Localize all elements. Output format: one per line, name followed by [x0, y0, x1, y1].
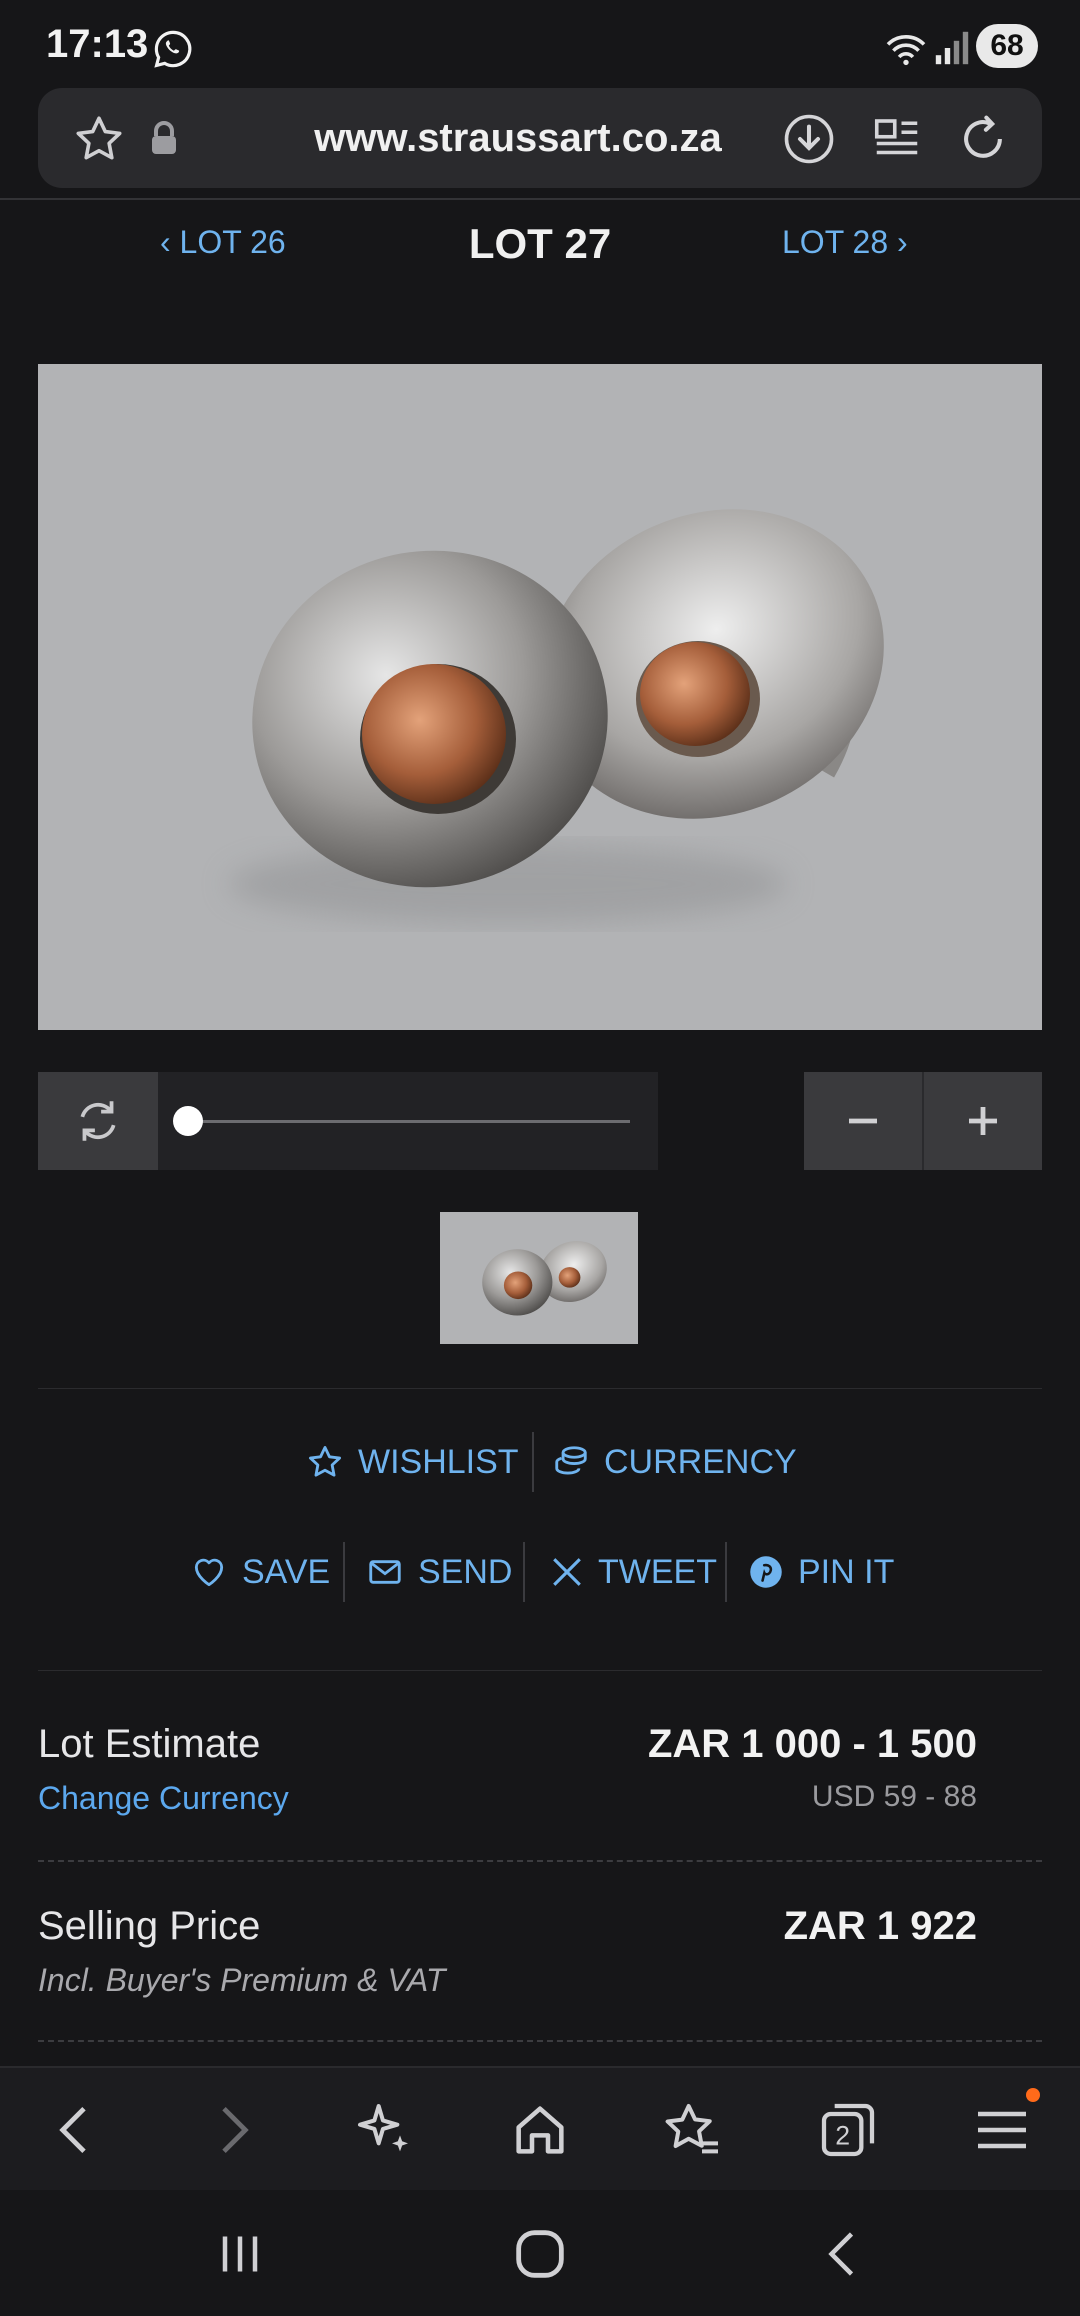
sparkle-icon[interactable] [352, 2098, 416, 2162]
lot-estimate-value: ZAR 1 000 - 1 500 [647, 1722, 977, 1766]
lot-image[interactable] [38, 364, 1042, 1030]
address-bar[interactable]: www.straussart.co.za [38, 88, 1042, 188]
battery-indicator: 68 [976, 24, 1038, 68]
divider [38, 1860, 1042, 1862]
lot-title: LOT 27 [468, 220, 612, 267]
zoom-slider-thumb[interactable] [173, 1106, 203, 1136]
mail-icon [369, 1560, 401, 1584]
thumbnail-image [482, 1240, 607, 1316]
notification-dot [1026, 2088, 1040, 2102]
wifi-icon [886, 35, 926, 66]
back-button-icon[interactable] [814, 2224, 874, 2284]
next-lot-link[interactable]: LOT 28 › [782, 224, 908, 261]
divider [38, 2040, 1042, 2042]
lot-estimate-usd: USD 59 - 88 [811, 1780, 977, 1813]
download-icon[interactable] [782, 112, 836, 166]
rotate-icon [80, 1101, 116, 1141]
browser-toolbar: 2 [0, 2066, 1080, 2192]
earrings-illustration [228, 509, 884, 924]
save-label: SAVE [242, 1552, 331, 1591]
change-currency-link[interactable]: Change Currency [38, 1780, 289, 1817]
url-text[interactable]: www.straussart.co.za [178, 88, 858, 188]
heart-icon [194, 1558, 224, 1587]
send-label: SEND [418, 1552, 513, 1591]
whatsapp-icon [154, 30, 192, 68]
reader-mode-icon[interactable] [870, 112, 924, 166]
system-navigation-bar [0, 2190, 1080, 2316]
divider [38, 1670, 1042, 1671]
divider [532, 1432, 534, 1492]
home-icon[interactable] [508, 2098, 572, 2162]
bookmarks-icon[interactable] [662, 2098, 726, 2162]
zoom-control-bar [38, 1072, 658, 1170]
lock-icon [152, 121, 176, 154]
pin-it-label: PIN IT [798, 1552, 895, 1591]
status-time: 17:13 [46, 22, 149, 66]
save-button[interactable]: SAVE [190, 1542, 330, 1602]
reload-icon[interactable] [956, 112, 1010, 166]
tweet-button[interactable]: TWEET [550, 1542, 717, 1602]
star-icon [309, 1446, 341, 1477]
divider [38, 1388, 1042, 1389]
signal-icon [935, 31, 969, 65]
pinterest-icon [750, 1556, 782, 1588]
zoom-slider[interactable] [173, 1106, 630, 1136]
coins-icon [555, 1446, 587, 1475]
lot-estimate-label: Lot Estimate [38, 1722, 261, 1766]
bookmark-star-icon[interactable] [72, 112, 126, 166]
pin-it-button[interactable]: PIN IT [748, 1542, 894, 1602]
currency-label: CURRENCY [604, 1442, 797, 1481]
divider [725, 1542, 727, 1602]
currency-button[interactable]: CURRENCY [552, 1432, 797, 1492]
selling-price-value: ZAR 1 922 [783, 1904, 977, 1948]
selling-price-label: Selling Price [38, 1904, 261, 1948]
status-bar: 17:13 68 [0, 0, 1080, 88]
wishlist-label: WISHLIST [358, 1442, 519, 1481]
back-icon[interactable] [44, 2098, 108, 2162]
zoom-buttons [804, 1072, 1042, 1170]
menu-icon[interactable] [970, 2098, 1034, 2162]
wishlist-button[interactable]: WISHLIST [306, 1432, 519, 1492]
buyers-premium-note: Incl. Buyer's Premium & VAT [38, 1962, 446, 1998]
rotate-button[interactable] [38, 1072, 158, 1170]
tabs-icon[interactable]: 2 [816, 2098, 880, 2162]
image-thumbnail[interactable] [440, 1212, 638, 1344]
divider [523, 1542, 525, 1602]
recent-apps-icon[interactable] [210, 2224, 270, 2284]
chevron-right-icon: › [888, 224, 908, 260]
tab-count: 2 [835, 2121, 850, 2151]
tweet-label: TWEET [598, 1552, 717, 1591]
zoom-out-button[interactable] [804, 1072, 924, 1170]
send-button[interactable]: SEND [366, 1542, 512, 1602]
next-lot-label: LOT 28 [782, 224, 889, 260]
zoom-in-button[interactable] [924, 1072, 1042, 1170]
divider [0, 198, 1080, 200]
minus-icon [849, 1118, 877, 1124]
home-button-icon[interactable] [508, 2222, 572, 2286]
plus-icon [969, 1107, 997, 1135]
forward-icon[interactable] [200, 2098, 264, 2162]
x-logo-icon [553, 1558, 581, 1586]
divider [343, 1542, 345, 1602]
